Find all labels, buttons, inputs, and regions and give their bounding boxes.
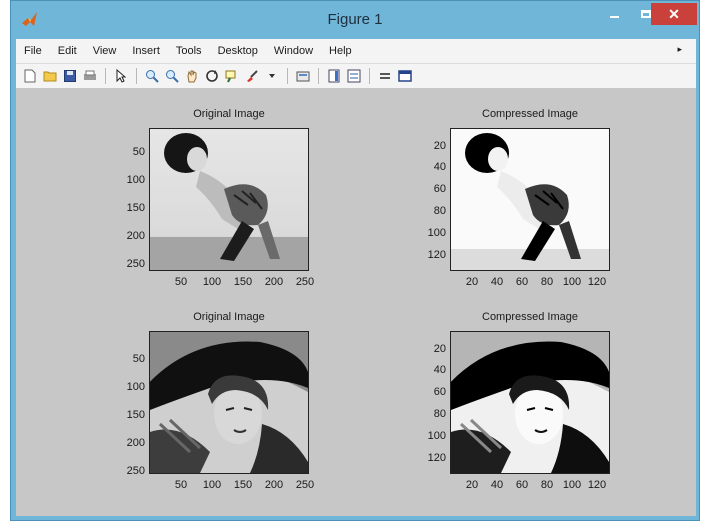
- x-tick-label: 150: [233, 276, 253, 288]
- print-icon[interactable]: [83, 69, 97, 83]
- y-tick-label: 200: [126, 230, 145, 242]
- x-tick-label: 200: [264, 479, 284, 491]
- x-tick-label: 250: [295, 276, 315, 288]
- image-axes-compressed-1[interactable]: [450, 128, 610, 271]
- portrait-original-image: [145, 332, 308, 473]
- y-tick-label: 250: [126, 258, 145, 270]
- y-tick-label: 60: [433, 386, 446, 398]
- y-tick-label: 50: [132, 353, 145, 365]
- y-tick-label: 20: [433, 140, 446, 152]
- menu-desktop[interactable]: Desktop: [210, 45, 266, 57]
- y-tick-label: 100: [427, 227, 446, 239]
- y-tick-label: 150: [126, 202, 145, 214]
- menu-help[interactable]: Help: [321, 45, 360, 57]
- y-tick-label: 120: [427, 249, 446, 261]
- menu-insert[interactable]: Insert: [124, 45, 168, 57]
- y-tick-label: 200: [126, 437, 145, 449]
- y-tick-label: 80: [433, 205, 446, 217]
- zoom-in-icon[interactable]: [145, 69, 159, 83]
- figure-toolbar: [16, 63, 696, 88]
- toolbar-separator: [318, 68, 319, 84]
- gymnast-compressed-image: [451, 129, 609, 270]
- y-tick-label: 40: [433, 161, 446, 173]
- open-folder-icon[interactable]: [43, 69, 57, 83]
- minimize-button[interactable]: [599, 3, 629, 25]
- plot-title: Compressed Image: [482, 311, 578, 323]
- x-tick-label: 50: [174, 276, 188, 288]
- plot-title: Compressed Image: [482, 108, 578, 120]
- toolbar-separator: [369, 68, 370, 84]
- x-tick-label: 120: [587, 276, 607, 288]
- data-cursor-icon[interactable]: [225, 69, 239, 83]
- menu-edit[interactable]: Edit: [50, 45, 85, 57]
- gymnast-original-image: [150, 129, 308, 270]
- menu-bar: File Edit View Insert Tools Desktop Wind…: [16, 39, 696, 63]
- x-tick-label: 100: [202, 479, 222, 491]
- y-tick-label: 20: [433, 343, 446, 355]
- y-tick-label: 100: [126, 174, 145, 186]
- image-axes-original-2[interactable]: [145, 331, 309, 474]
- x-tick-label: 200: [264, 276, 284, 288]
- menu-view[interactable]: View: [85, 45, 125, 57]
- x-tick-label: 120: [587, 479, 607, 491]
- title-bar: Figure 1 ✕: [11, 1, 699, 39]
- close-button[interactable]: ✕: [651, 3, 697, 25]
- pan-icon[interactable]: [185, 69, 199, 83]
- pointer-icon[interactable]: [114, 69, 128, 83]
- y-tick-label: 100: [126, 381, 145, 393]
- x-tick-label: 50: [174, 479, 188, 491]
- toolbar-separator: [136, 68, 137, 84]
- portrait-compressed-image: [446, 332, 609, 473]
- brush-icon[interactable]: [245, 69, 259, 83]
- minimize-icon: [609, 16, 619, 18]
- window-title: Figure 1: [327, 11, 383, 28]
- x-tick-label: 250: [295, 479, 315, 491]
- image-axes-original-1[interactable]: [149, 128, 309, 271]
- link-icon[interactable]: [296, 69, 310, 83]
- x-tick-label: 100: [202, 276, 222, 288]
- figure-canvas: Original Image 50 100 150 200 250 50 100…: [16, 88, 696, 516]
- y-tick-label: 80: [433, 408, 446, 420]
- new-file-icon[interactable]: [23, 69, 37, 83]
- figure-window: Figure 1 ✕ File Edit View Insert Tools D…: [10, 0, 700, 521]
- plot-title: Original Image: [193, 108, 265, 120]
- dropdown-icon[interactable]: [265, 69, 279, 83]
- menu-file[interactable]: File: [16, 45, 50, 57]
- y-tick-label: 40: [433, 364, 446, 376]
- y-tick-label: 100: [427, 430, 446, 442]
- y-tick-label: 60: [433, 183, 446, 195]
- menu-tools[interactable]: Tools: [168, 45, 210, 57]
- colorbar-icon[interactable]: [327, 69, 341, 83]
- toolbar-separator: [287, 68, 288, 84]
- x-tick-label: 150: [233, 479, 253, 491]
- zoom-out-icon[interactable]: [165, 69, 179, 83]
- y-tick-label: 250: [126, 465, 145, 477]
- image-axes-compressed-2[interactable]: [446, 331, 610, 474]
- y-tick-label: 50: [132, 146, 145, 158]
- dock-icon[interactable]: [398, 69, 412, 83]
- menu-overflow-icon[interactable]: ▸: [669, 44, 690, 55]
- toolbar-separator: [105, 68, 106, 84]
- maximize-icon: [641, 10, 651, 18]
- save-icon[interactable]: [63, 69, 77, 83]
- menu-window[interactable]: Window: [266, 45, 321, 57]
- y-tick-label: 150: [126, 409, 145, 421]
- legend-icon[interactable]: [347, 69, 361, 83]
- plot-title: Original Image: [193, 311, 265, 323]
- rotate-icon[interactable]: [205, 69, 219, 83]
- y-tick-label: 120: [427, 452, 446, 464]
- hide-tools-icon[interactable]: [378, 69, 392, 83]
